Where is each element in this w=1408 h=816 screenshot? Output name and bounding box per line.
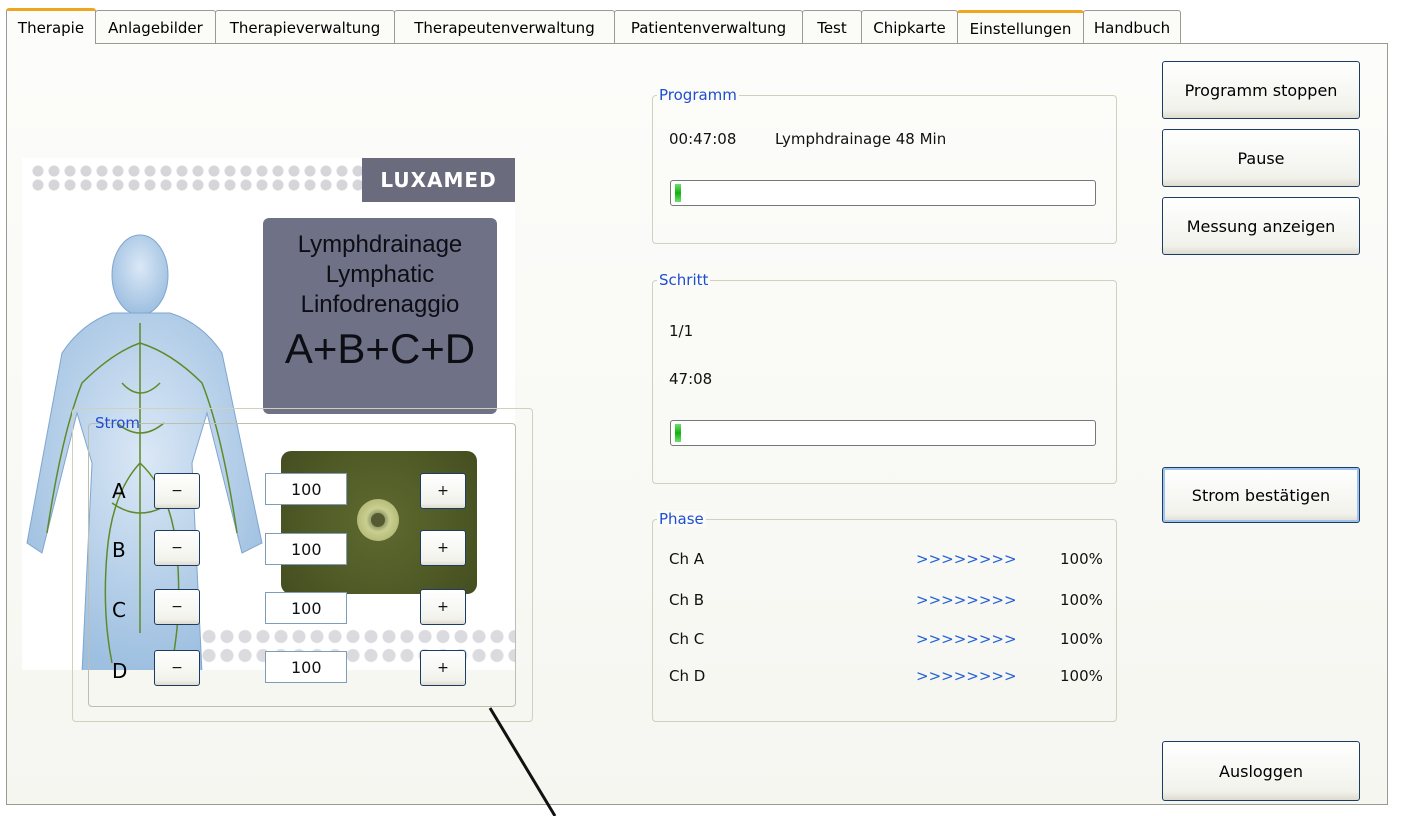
electrode-channels: A+B+C+D bbox=[284, 325, 476, 372]
ausloggen-button[interactable]: Ausloggen bbox=[1162, 741, 1360, 801]
tab-test[interactable]: Test bbox=[802, 10, 862, 44]
phase-ch-d-label: Ch D bbox=[669, 667, 706, 685]
phase-legend: Phase bbox=[657, 510, 706, 528]
tab-einstellungen[interactable]: Einstellungen bbox=[957, 10, 1084, 44]
tab-therapieverwaltung[interactable]: Therapieverwaltung bbox=[215, 10, 395, 44]
messung-anzeigen-button[interactable]: Messung anzeigen bbox=[1162, 197, 1360, 255]
tab-bar: Therapie Anlagebilder Therapieverwaltung… bbox=[6, 8, 1181, 44]
channel-d-plus-button[interactable]: + bbox=[420, 650, 466, 686]
channel-b-label: B bbox=[112, 538, 126, 562]
phase-ch-c-arrows: >>>>>>>> bbox=[916, 630, 1017, 648]
schritt-legend: Schritt bbox=[657, 271, 711, 289]
phase-group: Phase bbox=[652, 511, 1117, 722]
programm-progress-bar bbox=[670, 180, 1096, 206]
program-name-box: Lymphdrainage Lymphatic Linfodrenaggio A… bbox=[263, 218, 497, 414]
schritt-time: 47:08 bbox=[669, 370, 713, 388]
tab-therapeutenverwaltung[interactable]: Therapeutenverwaltung bbox=[394, 10, 615, 44]
decorative-dots bbox=[30, 164, 368, 192]
tab-handbuch[interactable]: Handbuch bbox=[1083, 10, 1181, 44]
phase-ch-b-percent: 100% bbox=[1060, 591, 1103, 609]
phase-ch-a-percent: 100% bbox=[1060, 550, 1103, 568]
programm-stoppen-button[interactable]: Programm stoppen bbox=[1162, 61, 1360, 119]
phase-ch-d-arrows: >>>>>>>> bbox=[916, 667, 1017, 685]
phase-ch-d-percent: 100% bbox=[1060, 667, 1103, 685]
phase-ch-b-label: Ch B bbox=[669, 591, 705, 609]
tab-chipkarte[interactable]: Chipkarte bbox=[861, 10, 958, 44]
channel-c-plus-button[interactable]: + bbox=[420, 589, 466, 625]
tab-therapie[interactable]: Therapie bbox=[6, 8, 96, 44]
channel-c-label: C bbox=[112, 598, 126, 622]
channel-a-plus-button[interactable]: + bbox=[420, 473, 466, 509]
name-italian: Linfodrenaggio bbox=[300, 291, 460, 318]
name-english: Lymphatic bbox=[325, 261, 435, 288]
channel-b-plus-button[interactable]: + bbox=[420, 530, 466, 566]
phase-ch-c-label: Ch C bbox=[669, 630, 705, 648]
programm-group: Programm bbox=[652, 87, 1117, 244]
channel-b-value[interactable]: 100 bbox=[265, 533, 347, 565]
strom-bestaetigen-button[interactable]: Strom bestätigen bbox=[1162, 467, 1360, 523]
strom-legend: Strom bbox=[95, 414, 141, 432]
channel-a-minus-button[interactable]: − bbox=[154, 473, 200, 509]
luxamed-logo: LUXAMED bbox=[362, 158, 515, 202]
channel-a-value[interactable]: 100 bbox=[265, 473, 347, 505]
channel-b-minus-button[interactable]: − bbox=[154, 530, 200, 566]
schritt-group: Schritt bbox=[652, 272, 1117, 484]
channel-d-label: D bbox=[112, 659, 128, 683]
phase-ch-b-arrows: >>>>>>>> bbox=[916, 591, 1017, 609]
channel-c-value[interactable]: 100 bbox=[265, 592, 347, 624]
name-german: Lymphdrainage bbox=[297, 231, 463, 258]
tab-patientenverwaltung[interactable]: Patientenverwaltung bbox=[614, 10, 803, 44]
phase-ch-c-percent: 100% bbox=[1060, 630, 1103, 648]
phase-ch-a-label: Ch A bbox=[669, 550, 705, 568]
channel-d-minus-button[interactable]: − bbox=[154, 650, 200, 686]
pause-button[interactable]: Pause bbox=[1162, 129, 1360, 187]
phase-ch-a-arrows: >>>>>>>> bbox=[916, 550, 1017, 568]
programm-name: Lymphdrainage 48 Min bbox=[775, 130, 947, 148]
channel-d-value[interactable]: 100 bbox=[265, 651, 347, 683]
channel-a-label: A bbox=[112, 479, 126, 503]
programm-legend: Programm bbox=[657, 86, 739, 104]
schritt-step: 1/1 bbox=[669, 322, 694, 340]
schritt-progress-bar bbox=[670, 420, 1096, 446]
tab-anlagebilder[interactable]: Anlagebilder bbox=[95, 10, 216, 44]
channel-c-minus-button[interactable]: − bbox=[154, 589, 200, 625]
programm-time: 00:47:08 bbox=[669, 130, 737, 148]
